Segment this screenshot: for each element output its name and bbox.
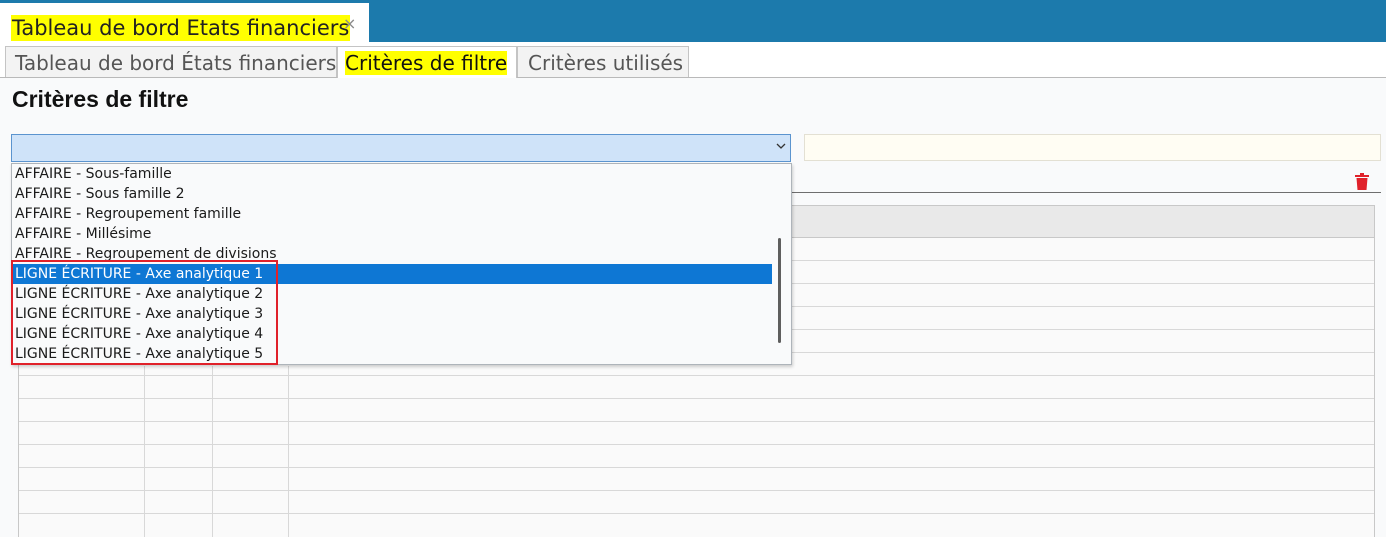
- table-row: [19, 421, 1374, 422]
- table-row: [19, 444, 1374, 445]
- table-row: [19, 398, 1374, 399]
- dropdown-option[interactable]: AFFAIRE - Sous famille 2: [12, 184, 772, 204]
- tab-criteres-utilises[interactable]: Critères utilisés: [517, 46, 689, 77]
- tab-label: Tableau de bord États financiers: [15, 51, 337, 75]
- tab-tableau-de-bord[interactable]: Tableau de bord États financiers: [5, 46, 337, 77]
- dropdown-option[interactable]: AFFAIRE - Millésime: [12, 224, 772, 244]
- column-divider: [212, 366, 213, 537]
- subtab-bar: Tableau de bord États financiers Critère…: [0, 42, 1386, 78]
- tab-label: Critères de filtre: [345, 51, 508, 75]
- column-divider: [144, 366, 145, 537]
- column-divider: [288, 366, 289, 537]
- close-icon[interactable]: ×: [343, 14, 356, 34]
- criteria-value-field[interactable]: [804, 134, 1381, 161]
- dropdown-option[interactable]: AFFAIRE - Sous-famille: [12, 164, 772, 184]
- table-row: [19, 375, 1374, 376]
- criteria-select[interactable]: [11, 134, 791, 162]
- dropdown-scrollbar[interactable]: [778, 238, 781, 343]
- page-title: Critères de filtre: [12, 86, 189, 112]
- tab-label: Critères utilisés: [528, 51, 684, 75]
- table-row: [19, 513, 1374, 514]
- section-divider: [791, 192, 1381, 193]
- annotation-highlight-box: [11, 260, 278, 365]
- app-header-bar: Tableau de bord Etats financiers ×: [0, 0, 1386, 42]
- table-row: [19, 467, 1374, 468]
- tab-criteres-de-filtre[interactable]: Critères de filtre: [337, 46, 517, 78]
- document-tab-title: Tableau de bord Etats financiers: [11, 15, 351, 41]
- chevron-down-icon[interactable]: [774, 139, 788, 153]
- document-tab[interactable]: Tableau de bord Etats financiers ×: [0, 3, 369, 42]
- dropdown-option[interactable]: AFFAIRE - Regroupement famille: [12, 204, 772, 224]
- trash-icon[interactable]: [1355, 173, 1369, 190]
- table-row: [19, 490, 1374, 491]
